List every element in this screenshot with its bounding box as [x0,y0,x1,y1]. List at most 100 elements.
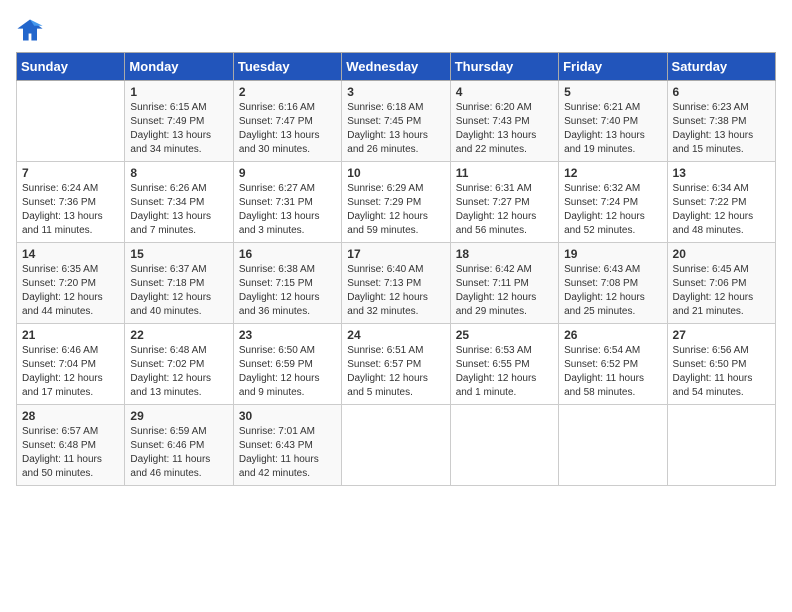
day-number: 30 [239,409,336,423]
calendar-cell: 7 Sunrise: 6:24 AM Sunset: 7:36 PM Daylig… [17,162,125,243]
day-info: Sunrise: 6:56 AM Sunset: 6:50 PM Dayligh… [673,344,770,400]
calendar-cell: 10 Sunrise: 6:29 AM Sunset: 7:29 PM Dayli… [342,162,450,243]
day-number: 14 [22,247,119,261]
day-number: 1 [130,85,227,99]
day-number: 13 [673,166,770,180]
day-info: Sunrise: 6:45 AM Sunset: 7:06 PM Dayligh… [673,263,770,319]
calendar-cell: 27 Sunrise: 6:56 AM Sunset: 6:50 PM Dayli… [667,324,775,405]
day-number: 28 [22,409,119,423]
calendar-cell: 11 Sunrise: 6:31 AM Sunset: 7:27 PM Dayli… [450,162,558,243]
day-info: Sunrise: 6:15 AM Sunset: 7:49 PM Dayligh… [130,101,227,157]
week-row-5: 28 Sunrise: 6:57 AM Sunset: 6:48 PM Dayli… [17,405,776,486]
day-info: Sunrise: 6:34 AM Sunset: 7:22 PM Dayligh… [673,182,770,238]
weekday-header-row: SundayMondayTuesdayWednesdayThursdayFrid… [17,53,776,81]
day-number: 4 [456,85,553,99]
calendar-cell: 15Sunrise: 6:37 AM Sunset: 7:18 PM Dayli… [125,243,233,324]
day-number: 16 [239,247,336,261]
day-number: 9 [239,166,336,180]
calendar-cell: 13 Sunrise: 6:34 AM Sunset: 7:22 PM Dayli… [667,162,775,243]
calendar-cell: 5 Sunrise: 6:21 AM Sunset: 7:40 PM Daylig… [559,81,667,162]
day-number: 22 [130,328,227,342]
day-info: Sunrise: 6:57 AM Sunset: 6:48 PM Dayligh… [22,425,119,481]
calendar-cell: 22 Sunrise: 6:48 AM Sunset: 7:02 PM Dayli… [125,324,233,405]
calendar-cell: 17Sunrise: 6:40 AM Sunset: 7:13 PM Dayli… [342,243,450,324]
day-number: 25 [456,328,553,342]
day-number: 8 [130,166,227,180]
weekday-header-tuesday: Tuesday [233,53,341,81]
calendar-cell: 24Sunrise: 6:51 AM Sunset: 6:57 PM Dayli… [342,324,450,405]
calendar-cell: 9 Sunrise: 6:27 AM Sunset: 7:31 PM Daylig… [233,162,341,243]
day-number: 23 [239,328,336,342]
day-info: Sunrise: 6:27 AM Sunset: 7:31 PM Dayligh… [239,182,336,238]
day-info: Sunrise: 6:20 AM Sunset: 7:43 PM Dayligh… [456,101,553,157]
day-info: Sunrise: 6:50 AM Sunset: 6:59 PM Dayligh… [239,344,336,400]
day-info: Sunrise: 6:26 AM Sunset: 7:34 PM Dayligh… [130,182,227,238]
calendar-cell: 30 Sunrise: 7:01 AM Sunset: 6:43 PM Dayli… [233,405,341,486]
day-info: Sunrise: 6:43 AM Sunset: 7:08 PM Dayligh… [564,263,661,319]
weekday-header-monday: Monday [125,53,233,81]
calendar-cell: 25 Sunrise: 6:53 AM Sunset: 6:55 PM Dayli… [450,324,558,405]
calendar-cell [17,81,125,162]
day-number: 24 [347,328,444,342]
week-row-2: 7 Sunrise: 6:24 AM Sunset: 7:36 PM Daylig… [17,162,776,243]
day-info: Sunrise: 6:38 AM Sunset: 7:15 PM Dayligh… [239,263,336,319]
weekday-header-sunday: Sunday [17,53,125,81]
calendar-cell: 23 Sunrise: 6:50 AM Sunset: 6:59 PM Dayli… [233,324,341,405]
day-info: Sunrise: 6:31 AM Sunset: 7:27 PM Dayligh… [456,182,553,238]
day-number: 21 [22,328,119,342]
calendar-cell [342,405,450,486]
day-number: 19 [564,247,661,261]
day-number: 11 [456,166,553,180]
day-info: Sunrise: 6:35 AM Sunset: 7:20 PM Dayligh… [22,263,119,319]
day-info: Sunrise: 7:01 AM Sunset: 6:43 PM Dayligh… [239,425,336,481]
calendar-cell: 18 Sunrise: 6:42 AM Sunset: 7:11 PM Dayli… [450,243,558,324]
calendar-cell: 12Sunrise: 6:32 AM Sunset: 7:24 PM Dayli… [559,162,667,243]
weekday-header-friday: Friday [559,53,667,81]
day-info: Sunrise: 6:59 AM Sunset: 6:46 PM Dayligh… [130,425,227,481]
day-number: 7 [22,166,119,180]
calendar-cell [450,405,558,486]
weekday-header-wednesday: Wednesday [342,53,450,81]
day-info: Sunrise: 6:42 AM Sunset: 7:11 PM Dayligh… [456,263,553,319]
day-number: 5 [564,85,661,99]
calendar-cell: 4 Sunrise: 6:20 AM Sunset: 7:43 PM Daylig… [450,81,558,162]
calendar-cell: 29 Sunrise: 6:59 AM Sunset: 6:46 PM Dayli… [125,405,233,486]
day-info: Sunrise: 6:54 AM Sunset: 6:52 PM Dayligh… [564,344,661,400]
calendar-cell: 19 Sunrise: 6:43 AM Sunset: 7:08 PM Dayli… [559,243,667,324]
day-number: 26 [564,328,661,342]
week-row-3: 14 Sunrise: 6:35 AM Sunset: 7:20 PM Dayli… [17,243,776,324]
logo [16,16,48,44]
calendar-cell: 3 Sunrise: 6:18 AM Sunset: 7:45 PM Daylig… [342,81,450,162]
day-number: 18 [456,247,553,261]
calendar-cell: 26 Sunrise: 6:54 AM Sunset: 6:52 PM Dayli… [559,324,667,405]
week-row-1: 1 Sunrise: 6:15 AM Sunset: 7:49 PM Daylig… [17,81,776,162]
calendar-cell: 1 Sunrise: 6:15 AM Sunset: 7:49 PM Daylig… [125,81,233,162]
day-number: 3 [347,85,444,99]
day-number: 10 [347,166,444,180]
calendar-cell [667,405,775,486]
day-number: 12 [564,166,661,180]
day-info: Sunrise: 6:24 AM Sunset: 7:36 PM Dayligh… [22,182,119,238]
day-number: 29 [130,409,227,423]
week-row-4: 21Sunrise: 6:46 AM Sunset: 7:04 PM Dayli… [17,324,776,405]
day-number: 15 [130,247,227,261]
calendar-cell: 2Sunrise: 6:16 AM Sunset: 7:47 PM Daylig… [233,81,341,162]
day-number: 27 [673,328,770,342]
day-info: Sunrise: 6:48 AM Sunset: 7:02 PM Dayligh… [130,344,227,400]
calendar-table: SundayMondayTuesdayWednesdayThursdayFrid… [16,52,776,486]
day-info: Sunrise: 6:53 AM Sunset: 6:55 PM Dayligh… [456,344,553,400]
day-info: Sunrise: 6:21 AM Sunset: 7:40 PM Dayligh… [564,101,661,157]
calendar-cell [559,405,667,486]
day-info: Sunrise: 6:18 AM Sunset: 7:45 PM Dayligh… [347,101,444,157]
day-number: 17 [347,247,444,261]
logo-bird-icon [16,16,44,44]
calendar-cell: 6Sunrise: 6:23 AM Sunset: 7:38 PM Daylig… [667,81,775,162]
weekday-header-saturday: Saturday [667,53,775,81]
calendar-cell: 16 Sunrise: 6:38 AM Sunset: 7:15 PM Dayli… [233,243,341,324]
weekday-header-thursday: Thursday [450,53,558,81]
day-number: 6 [673,85,770,99]
calendar-cell: 14 Sunrise: 6:35 AM Sunset: 7:20 PM Dayli… [17,243,125,324]
calendar-cell: 20Sunrise: 6:45 AM Sunset: 7:06 PM Dayli… [667,243,775,324]
day-info: Sunrise: 6:29 AM Sunset: 7:29 PM Dayligh… [347,182,444,238]
day-info: Sunrise: 6:16 AM Sunset: 7:47 PM Dayligh… [239,101,336,157]
